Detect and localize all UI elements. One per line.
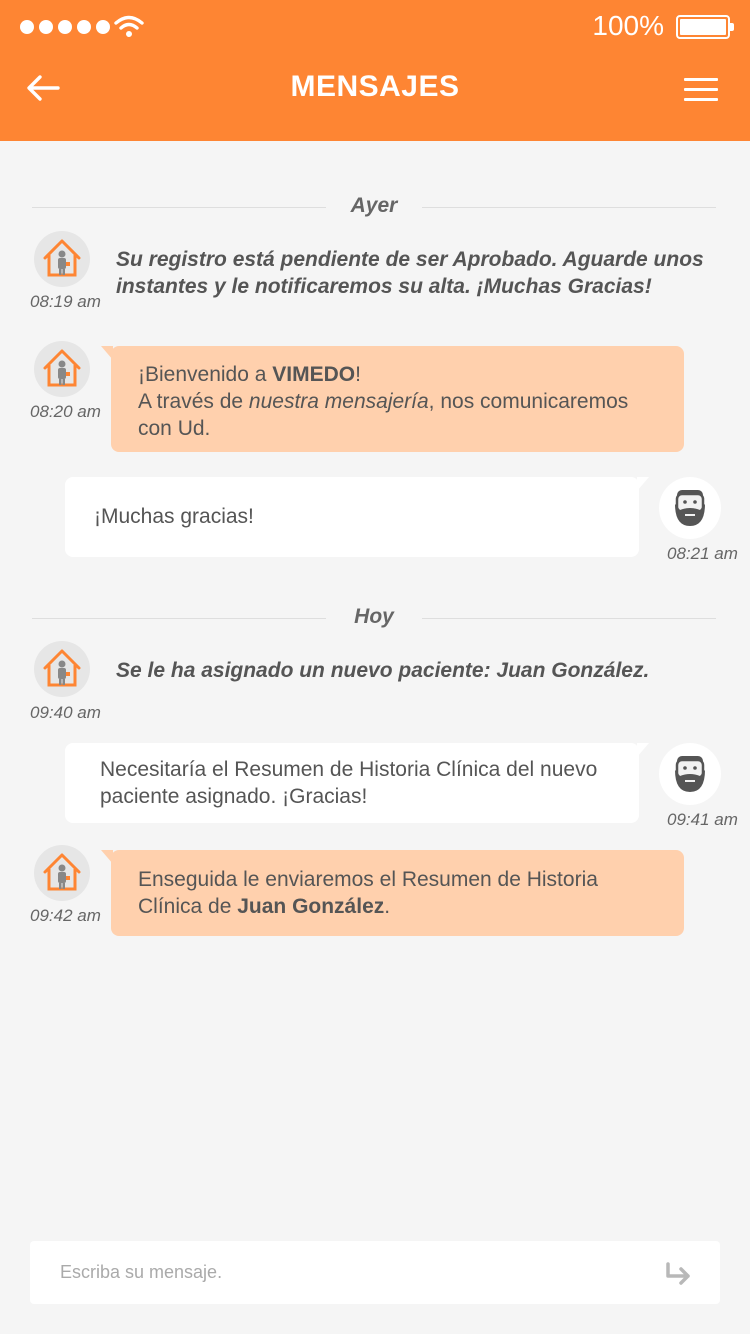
navigation-bar: MENSAJES xyxy=(0,56,750,141)
message-time: 09:42 am xyxy=(30,906,101,925)
send-arrow-icon[interactable] xyxy=(664,1261,694,1287)
system-message: Su registro está pendiente de ser Aproba… xyxy=(116,248,704,298)
outgoing-message-bubble: Necesitaría el Resumen de Historia Clíni… xyxy=(65,743,649,823)
day-divider: Hoy xyxy=(32,603,716,633)
house-doctor-icon xyxy=(34,845,90,901)
incoming-message-bubble: Enseguida le enviaremos el Resumen de Hi… xyxy=(101,850,684,936)
message-time: 09:40 am xyxy=(30,703,101,722)
incoming-message-bubble: ¡Bienvenido a VIMEDO! A través de nuestr… xyxy=(101,346,684,452)
battery-icon xyxy=(676,15,734,39)
day-divider: Ayer xyxy=(32,192,716,222)
message-time: 08:19 am xyxy=(30,292,101,311)
day-label: Hoy xyxy=(354,605,394,628)
message-input[interactable] xyxy=(60,1241,640,1304)
system-message: Se le ha asignado un nuevo paciente: Jua… xyxy=(116,659,650,682)
bearded-man-icon xyxy=(659,743,721,805)
house-doctor-icon xyxy=(34,341,90,397)
house-doctor-icon xyxy=(34,231,90,287)
bearded-man-icon xyxy=(659,477,721,539)
status-bar: 100% xyxy=(0,0,750,56)
page-title: MENSAJES xyxy=(290,70,460,103)
message-time: 08:21 am xyxy=(667,544,738,563)
wifi-icon xyxy=(114,15,144,37)
day-label: Ayer xyxy=(350,194,398,217)
top-bar: 100% MENSAJES xyxy=(0,0,750,141)
outgoing-message-bubble: ¡Muchas gracias! xyxy=(65,477,649,557)
message-composer xyxy=(30,1241,720,1304)
message-time: 09:41 am xyxy=(667,810,738,829)
battery-percentage: 100% xyxy=(592,10,664,41)
hamburger-menu-icon[interactable] xyxy=(684,78,718,102)
house-doctor-icon xyxy=(34,641,90,697)
message-time: 08:20 am xyxy=(30,402,101,421)
signal-strength-icon xyxy=(20,20,110,34)
